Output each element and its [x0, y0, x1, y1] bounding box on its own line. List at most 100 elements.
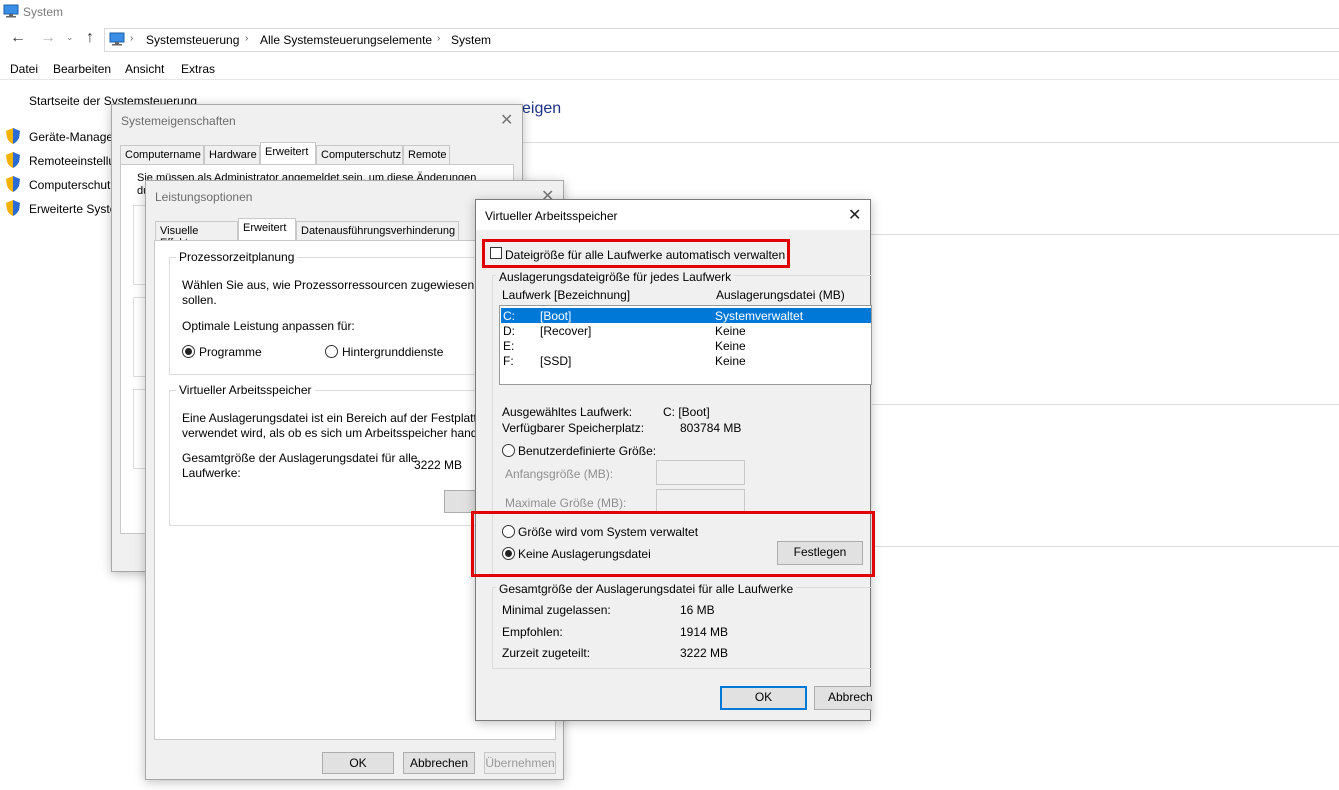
apply-button[interactable]: Übernehmen: [484, 752, 556, 774]
shield-icon: [6, 176, 20, 192]
sidebar-item-device-manager[interactable]: Geräte-Manage: [6, 128, 113, 147]
group-label: Prozessorzeitplanung: [176, 250, 298, 264]
highlight-frame: [482, 239, 790, 268]
shield-icon: [6, 152, 20, 168]
control-panel-icon: [109, 32, 125, 46]
free-space-value: 803784 MB: [680, 421, 742, 435]
forward-arrow-icon[interactable]: →: [40, 29, 56, 47]
highlight-frame: [471, 511, 875, 577]
dialog-title: Leistungsoptionen: [155, 190, 253, 204]
close-icon[interactable]: ✕: [500, 110, 513, 130]
drive-letter: F:: [503, 354, 514, 368]
vm-total-label: Gesamtgröße der Auslagerungsdatei für al…: [182, 451, 418, 465]
tab-computername[interactable]: Computername: [120, 145, 204, 164]
group-label: Gesamtgröße der Auslagerungsdatei für al…: [496, 582, 797, 596]
drive-label: [Recover]: [540, 324, 592, 338]
scheduling-description: Wählen Sie aus, wie Prozessorressourcen …: [182, 278, 493, 292]
column-header-pagefile: Auslagerungsdatei (MB): [716, 288, 845, 302]
scheduling-description-cont: sollen.: [182, 293, 217, 307]
up-arrow-icon[interactable]: ↑: [86, 29, 94, 47]
tab-computer-protection[interactable]: Computerschutz: [316, 145, 403, 164]
vm-description-cont: verwendet wird, als ob es sich um Arbeit…: [182, 426, 485, 440]
recent-dropdown-icon[interactable]: ⌄: [66, 32, 74, 43]
selected-drive-label: Ausgewähltes Laufwerk:: [502, 405, 633, 419]
free-space-label: Verfügbarer Speicherplatz:: [502, 421, 645, 435]
optimize-label: Optimale Leistung anpassen für:: [182, 319, 355, 333]
table-row[interactable]: E: Keine: [501, 338, 871, 353]
tab-visual-effects[interactable]: Visuelle Effekte: [155, 221, 238, 249]
page-heading: eigen: [522, 100, 562, 117]
drive-list[interactable]: C: [Boot] Systemverwaltet D: [Recover] K…: [499, 305, 872, 385]
menu-view[interactable]: Ansicht: [125, 62, 164, 76]
shield-icon: [6, 128, 20, 144]
drive-pagefile: Systemverwaltet: [715, 309, 804, 323]
recommended-value: 1914 MB: [680, 625, 729, 639]
ok-button[interactable]: OK: [322, 752, 394, 774]
address-bar[interactable]: › Systemsteuerung › Alle Systemsteuerung…: [104, 28, 1339, 52]
tab-dep[interactable]: Datenausführungsverhinderung: [296, 221, 459, 240]
tab-advanced[interactable]: Erweitert: [238, 218, 296, 240]
initial-size-label: Anfangsgröße (MB):: [505, 467, 614, 481]
ok-button[interactable]: OK: [720, 686, 807, 710]
breadcrumb-item[interactable]: System: [451, 33, 491, 47]
allocated-label: Zurzeit zugeteilt:: [502, 646, 591, 660]
sidebar-item-advanced-settings[interactable]: Erweiterte Syste: [6, 200, 116, 219]
drive-pagefile: Keine: [715, 339, 746, 353]
programs-label[interactable]: Programme: [199, 345, 262, 359]
drive-letter: E:: [503, 339, 515, 353]
group-label: Auslagerungsdateigröße für jedes Laufwer…: [496, 270, 735, 284]
sidebar-item-label: Computerschut: [29, 178, 111, 192]
vm-description: Eine Auslagerungsdatei ist ein Bereich a…: [182, 411, 484, 425]
sidebar-item-label: Erweiterte Syste: [29, 202, 117, 216]
breadcrumb-item[interactable]: Alle Systemsteuerungselemente: [260, 33, 432, 47]
close-icon[interactable]: ✕: [848, 205, 861, 225]
breadcrumb-separator-icon: ›: [245, 33, 249, 44]
background-services-radio[interactable]: [325, 345, 338, 358]
cancel-button[interactable]: Abbrechen: [403, 752, 475, 774]
divider: [870, 546, 1339, 547]
menu-file[interactable]: Datei: [10, 62, 38, 76]
menu-edit[interactable]: Bearbeiten: [53, 62, 111, 76]
dialog-title: Systemeigenschaften: [121, 114, 236, 128]
divider: [522, 142, 1339, 143]
max-size-label: Maximale Größe (MB):: [505, 496, 627, 510]
custom-size-label[interactable]: Benutzerdefinierte Größe:: [518, 444, 656, 458]
tab-hardware[interactable]: Hardware: [204, 145, 260, 164]
menu-bar: Datei Bearbeiten Ansicht Extras: [0, 58, 1339, 80]
table-row[interactable]: C: [Boot] Systemverwaltet: [501, 308, 871, 323]
menu-tools[interactable]: Extras: [181, 62, 215, 76]
breadcrumb-item[interactable]: Systemsteuerung: [146, 33, 239, 47]
programs-radio[interactable]: [182, 345, 195, 358]
sidebar-item-label: Remoteeinstellu: [29, 154, 116, 168]
custom-size-radio[interactable]: [502, 444, 515, 457]
sidebar-item-remote-settings[interactable]: Remoteeinstellu: [6, 152, 115, 171]
tab-remote[interactable]: Remote: [403, 145, 450, 164]
breadcrumb-separator-icon: ›: [437, 33, 441, 44]
group-label: Virtueller Arbeitsspeicher: [176, 383, 315, 397]
dialog-title: Virtueller Arbeitsspeicher: [485, 209, 618, 223]
monitor-icon: [3, 4, 19, 18]
min-allowed-label: Minimal zugelassen:: [502, 603, 611, 617]
sidebar-item-computer-protection[interactable]: Computerschut: [6, 176, 110, 195]
vm-total-value: 3222 MB: [414, 458, 463, 472]
virtual-memory-dialog: Virtueller Arbeitsspeicher ✕ Dateigröße …: [471, 199, 875, 721]
table-row[interactable]: F: [SSD] Keine: [501, 353, 871, 368]
table-row[interactable]: D: [Recover] Keine: [501, 323, 871, 338]
drive-label: [Boot]: [540, 309, 572, 323]
drive-letter: C:: [503, 309, 515, 323]
breadcrumb-separator-icon: ›: [130, 33, 134, 44]
window-title: System: [23, 5, 64, 19]
drive-pagefile: Keine: [715, 324, 746, 338]
divider: [870, 404, 1339, 405]
allocated-value: 3222 MB: [680, 646, 729, 660]
divider: [870, 234, 1339, 235]
window-titlebar: System: [0, 0, 1339, 26]
back-arrow-icon[interactable]: ←: [10, 29, 26, 47]
min-allowed-value: 16 MB: [680, 603, 715, 617]
initial-size-input[interactable]: [656, 460, 745, 485]
background-services-label[interactable]: Hintergrunddienste: [342, 345, 443, 359]
sidebar-item-label: Geräte-Manage: [29, 130, 114, 144]
cancel-button[interactable]: Abbrech: [814, 686, 873, 710]
tab-advanced[interactable]: Erweitert: [260, 142, 316, 164]
selected-drive-value: C: [Boot]: [663, 405, 710, 419]
